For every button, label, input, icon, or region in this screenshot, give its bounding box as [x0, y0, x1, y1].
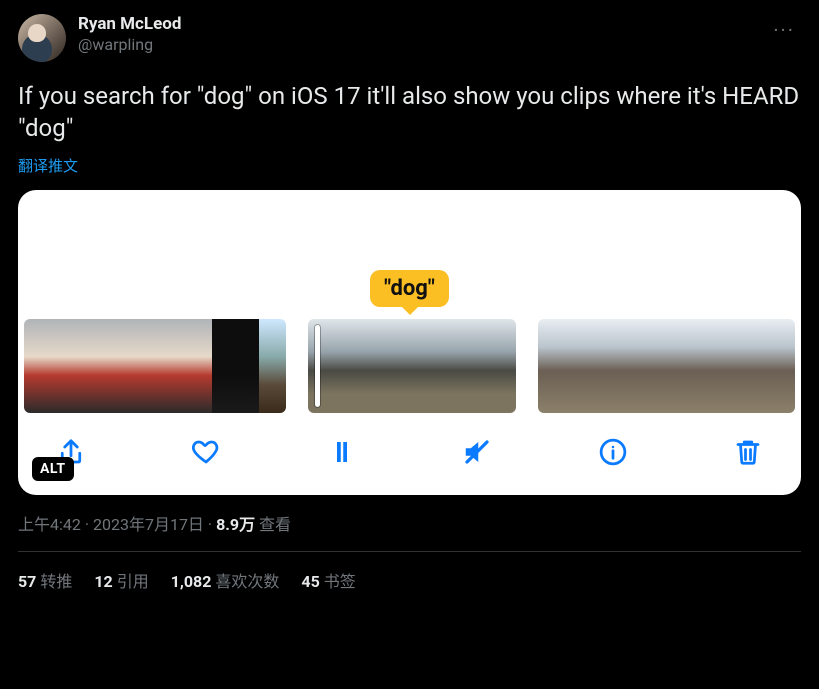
alt-badge[interactable]: ALT: [32, 457, 74, 481]
video-timeline[interactable]: [18, 319, 801, 413]
tweet-time[interactable]: 上午4:42: [18, 515, 81, 534]
timeline-frame: [24, 319, 71, 413]
more-options-button[interactable]: ···: [767, 14, 801, 46]
translate-link[interactable]: 翻译推文: [18, 155, 801, 176]
trash-button[interactable]: [729, 433, 767, 471]
quotes-stat[interactable]: 12引用: [94, 568, 148, 592]
views-count: 8.9万: [216, 515, 255, 534]
retweets-stat[interactable]: 57转推: [18, 568, 72, 592]
like-button[interactable]: [187, 433, 225, 471]
media-toolbar: [18, 413, 801, 495]
timeline-frame: [212, 319, 259, 413]
volume-mute-icon: [462, 437, 492, 467]
media-card[interactable]: "dog": [18, 190, 801, 495]
timeline-frame: [476, 319, 516, 413]
pause-icon: [327, 437, 357, 467]
tweet-meta: 上午4:42 · 2023年7月17日 · 8.9万 查看: [18, 511, 801, 535]
tweet-text: If you search for "dog" on iOS 17 it'll …: [18, 80, 801, 145]
search-term-tooltip: "dog": [370, 270, 449, 307]
info-button[interactable]: [594, 433, 632, 471]
info-icon: [598, 437, 628, 467]
author-names[interactable]: Ryan McLeod @warpling: [78, 14, 181, 55]
media-inner: "dog": [18, 190, 801, 495]
tweet-stats: 57转推 12引用 1,082喜欢次数 45书签: [18, 552, 801, 608]
clip-group-1[interactable]: [24, 319, 286, 413]
clip-group-3[interactable]: [538, 319, 795, 413]
author-handle: @warpling: [78, 35, 181, 55]
tweet-header: Ryan McLeod @warpling ···: [18, 14, 801, 62]
timeline-frame: [118, 319, 165, 413]
timeline-frame: [420, 319, 476, 413]
timeline-frame: [722, 319, 768, 413]
clip-group-2[interactable]: [308, 319, 516, 413]
mute-button[interactable]: [458, 433, 496, 471]
tweet-date[interactable]: 2023年7月17日: [93, 515, 204, 534]
timeline-frame: [364, 319, 420, 413]
author-display-name: Ryan McLeod: [78, 14, 181, 35]
timeline-frame: [538, 319, 584, 413]
timeline-frame: [584, 319, 630, 413]
timeline-frame: [768, 319, 795, 413]
likes-stat[interactable]: 1,082喜欢次数: [171, 568, 280, 592]
trash-icon: [733, 437, 763, 467]
tweet-container: Ryan McLeod @warpling ··· If you search …: [0, 0, 819, 608]
timeline-frame: [259, 319, 286, 413]
views-label: 查看: [255, 515, 291, 534]
timeline-frame: [165, 319, 212, 413]
timeline-frame: [71, 319, 118, 413]
bookmarks-stat[interactable]: 45书签: [301, 568, 355, 592]
timeline-frame: [630, 319, 676, 413]
pause-button[interactable]: [323, 433, 361, 471]
timeline-frame: [676, 319, 722, 413]
avatar[interactable]: [18, 14, 66, 62]
playhead[interactable]: [315, 325, 320, 407]
heart-icon: [191, 437, 221, 467]
